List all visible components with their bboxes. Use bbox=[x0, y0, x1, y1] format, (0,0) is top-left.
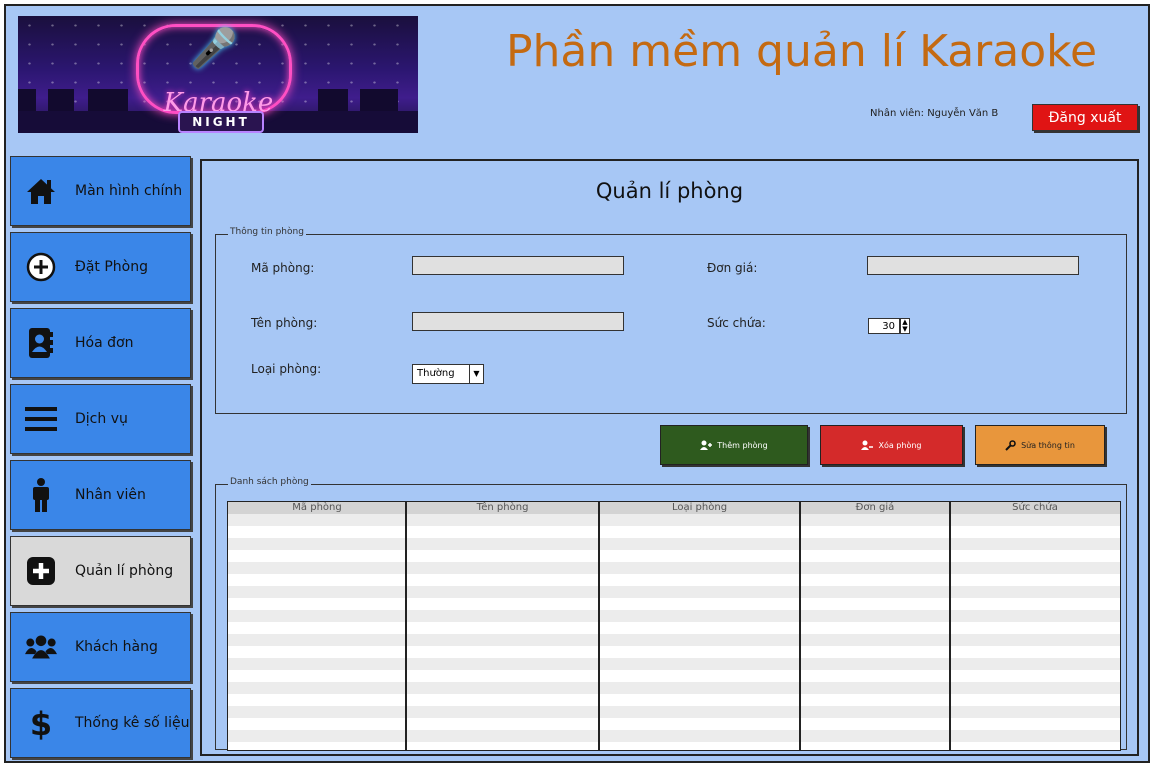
sidebar-item-invoice[interactable]: Hóa đơn bbox=[10, 308, 191, 378]
room-list-legend: Danh sách phòng bbox=[228, 477, 311, 487]
sidebar-item-label: Quản lí phòng bbox=[75, 563, 174, 579]
svg-text:$: $ bbox=[30, 705, 52, 741]
price-field[interactable] bbox=[867, 256, 1079, 275]
room-type-select[interactable]: Thường ▼ bbox=[412, 364, 484, 384]
sidebar-item-services[interactable]: Dịch vụ bbox=[10, 384, 191, 454]
column-divider bbox=[799, 502, 801, 750]
page-title: Quản lí phòng bbox=[595, 179, 744, 203]
app-title: Phần mềm quản lí Karaoke bbox=[506, 26, 1098, 77]
sidebar-item-statistics[interactable]: $ Thống kê số liệu bbox=[10, 688, 191, 758]
room-table[interactable]: Mã phòng Tên phòng Loại phòng Đơn giá Sứ… bbox=[227, 501, 1121, 751]
add-user-icon bbox=[700, 440, 713, 450]
column-header-room-id[interactable]: Mã phòng bbox=[228, 502, 406, 514]
room-name-field[interactable] bbox=[412, 312, 624, 331]
sidebar-item-room-management[interactable]: Quản lí phòng bbox=[10, 536, 191, 606]
edit-room-label: Sửa thông tin bbox=[1021, 440, 1075, 450]
room-id-label: Mã phòng: bbox=[251, 261, 315, 275]
remove-user-icon bbox=[861, 440, 874, 450]
add-room-label: Thêm phòng bbox=[717, 440, 768, 450]
room-info-legend: Thông tin phòng bbox=[228, 227, 306, 237]
plus-square-icon bbox=[25, 555, 57, 587]
wrench-icon bbox=[1005, 439, 1016, 451]
price-label: Đơn giá: bbox=[707, 261, 758, 275]
app-window: 🎤 Karaoke NIGHT Phần mềm quản lí Karaoke… bbox=[4, 4, 1150, 763]
plus-circle-icon bbox=[25, 251, 57, 283]
microphone-icon: 🎤 bbox=[190, 26, 238, 70]
sidebar-item-booking[interactable]: Đặt Phòng bbox=[10, 232, 191, 302]
sidebar-item-label: Nhân viên bbox=[75, 487, 146, 503]
room-type-label: Loại phòng: bbox=[251, 362, 322, 376]
dollar-icon: $ bbox=[25, 705, 57, 741]
person-icon bbox=[25, 478, 57, 512]
room-type-value: Thường bbox=[417, 368, 455, 379]
sidebar-item-staff[interactable]: Nhân viên bbox=[10, 460, 191, 530]
logo-night: NIGHT bbox=[178, 111, 264, 133]
capacity-value[interactable]: 30 bbox=[868, 318, 900, 334]
employee-label: Nhân viên: Nguyễn Văn B bbox=[870, 108, 999, 119]
sidebar-item-home[interactable]: Màn hình chính bbox=[10, 156, 191, 226]
sidebar-item-label: Khách hàng bbox=[75, 639, 158, 655]
delete-room-label: Xóa phòng bbox=[878, 440, 922, 450]
users-icon bbox=[25, 631, 57, 663]
add-room-button[interactable]: Thêm phòng bbox=[660, 425, 808, 465]
sidebar-item-label: Đặt Phòng bbox=[75, 259, 149, 275]
capacity-label: Sức chứa: bbox=[707, 316, 766, 330]
logout-button[interactable]: Đăng xuất bbox=[1032, 104, 1138, 131]
column-divider bbox=[949, 502, 951, 750]
sidebar-item-label: Dịch vụ bbox=[75, 411, 128, 427]
stepper-arrows-icon[interactable]: ▲ ▼ bbox=[900, 318, 910, 334]
sidebar-item-label: Hóa đơn bbox=[75, 335, 134, 351]
column-header-capacity[interactable]: Sức chứa bbox=[950, 502, 1120, 514]
edit-room-button[interactable]: Sửa thông tin bbox=[975, 425, 1105, 465]
capacity-stepper[interactable]: 30 ▲ ▼ bbox=[868, 318, 914, 336]
column-divider bbox=[598, 502, 600, 750]
room-id-field[interactable] bbox=[412, 256, 624, 275]
room-name-label: Tên phòng: bbox=[251, 316, 318, 330]
column-header-room-name[interactable]: Tên phòng bbox=[406, 502, 599, 514]
home-icon bbox=[25, 175, 57, 207]
sidebar-item-customers[interactable]: Khách hàng bbox=[10, 612, 191, 682]
delete-room-button[interactable]: Xóa phòng bbox=[820, 425, 963, 465]
chevron-down-icon[interactable]: ▼ bbox=[469, 365, 483, 383]
menu-lines-icon bbox=[25, 403, 57, 435]
sidebar-item-label: Màn hình chính bbox=[75, 183, 183, 199]
column-divider bbox=[405, 502, 407, 750]
karaoke-logo: 🎤 Karaoke NIGHT bbox=[18, 16, 418, 133]
contact-book-icon bbox=[25, 327, 57, 359]
column-header-price[interactable]: Đơn giá bbox=[800, 502, 950, 514]
column-header-room-type[interactable]: Loại phòng bbox=[599, 502, 800, 514]
sidebar-item-label: Thống kê số liệu bbox=[75, 715, 190, 731]
